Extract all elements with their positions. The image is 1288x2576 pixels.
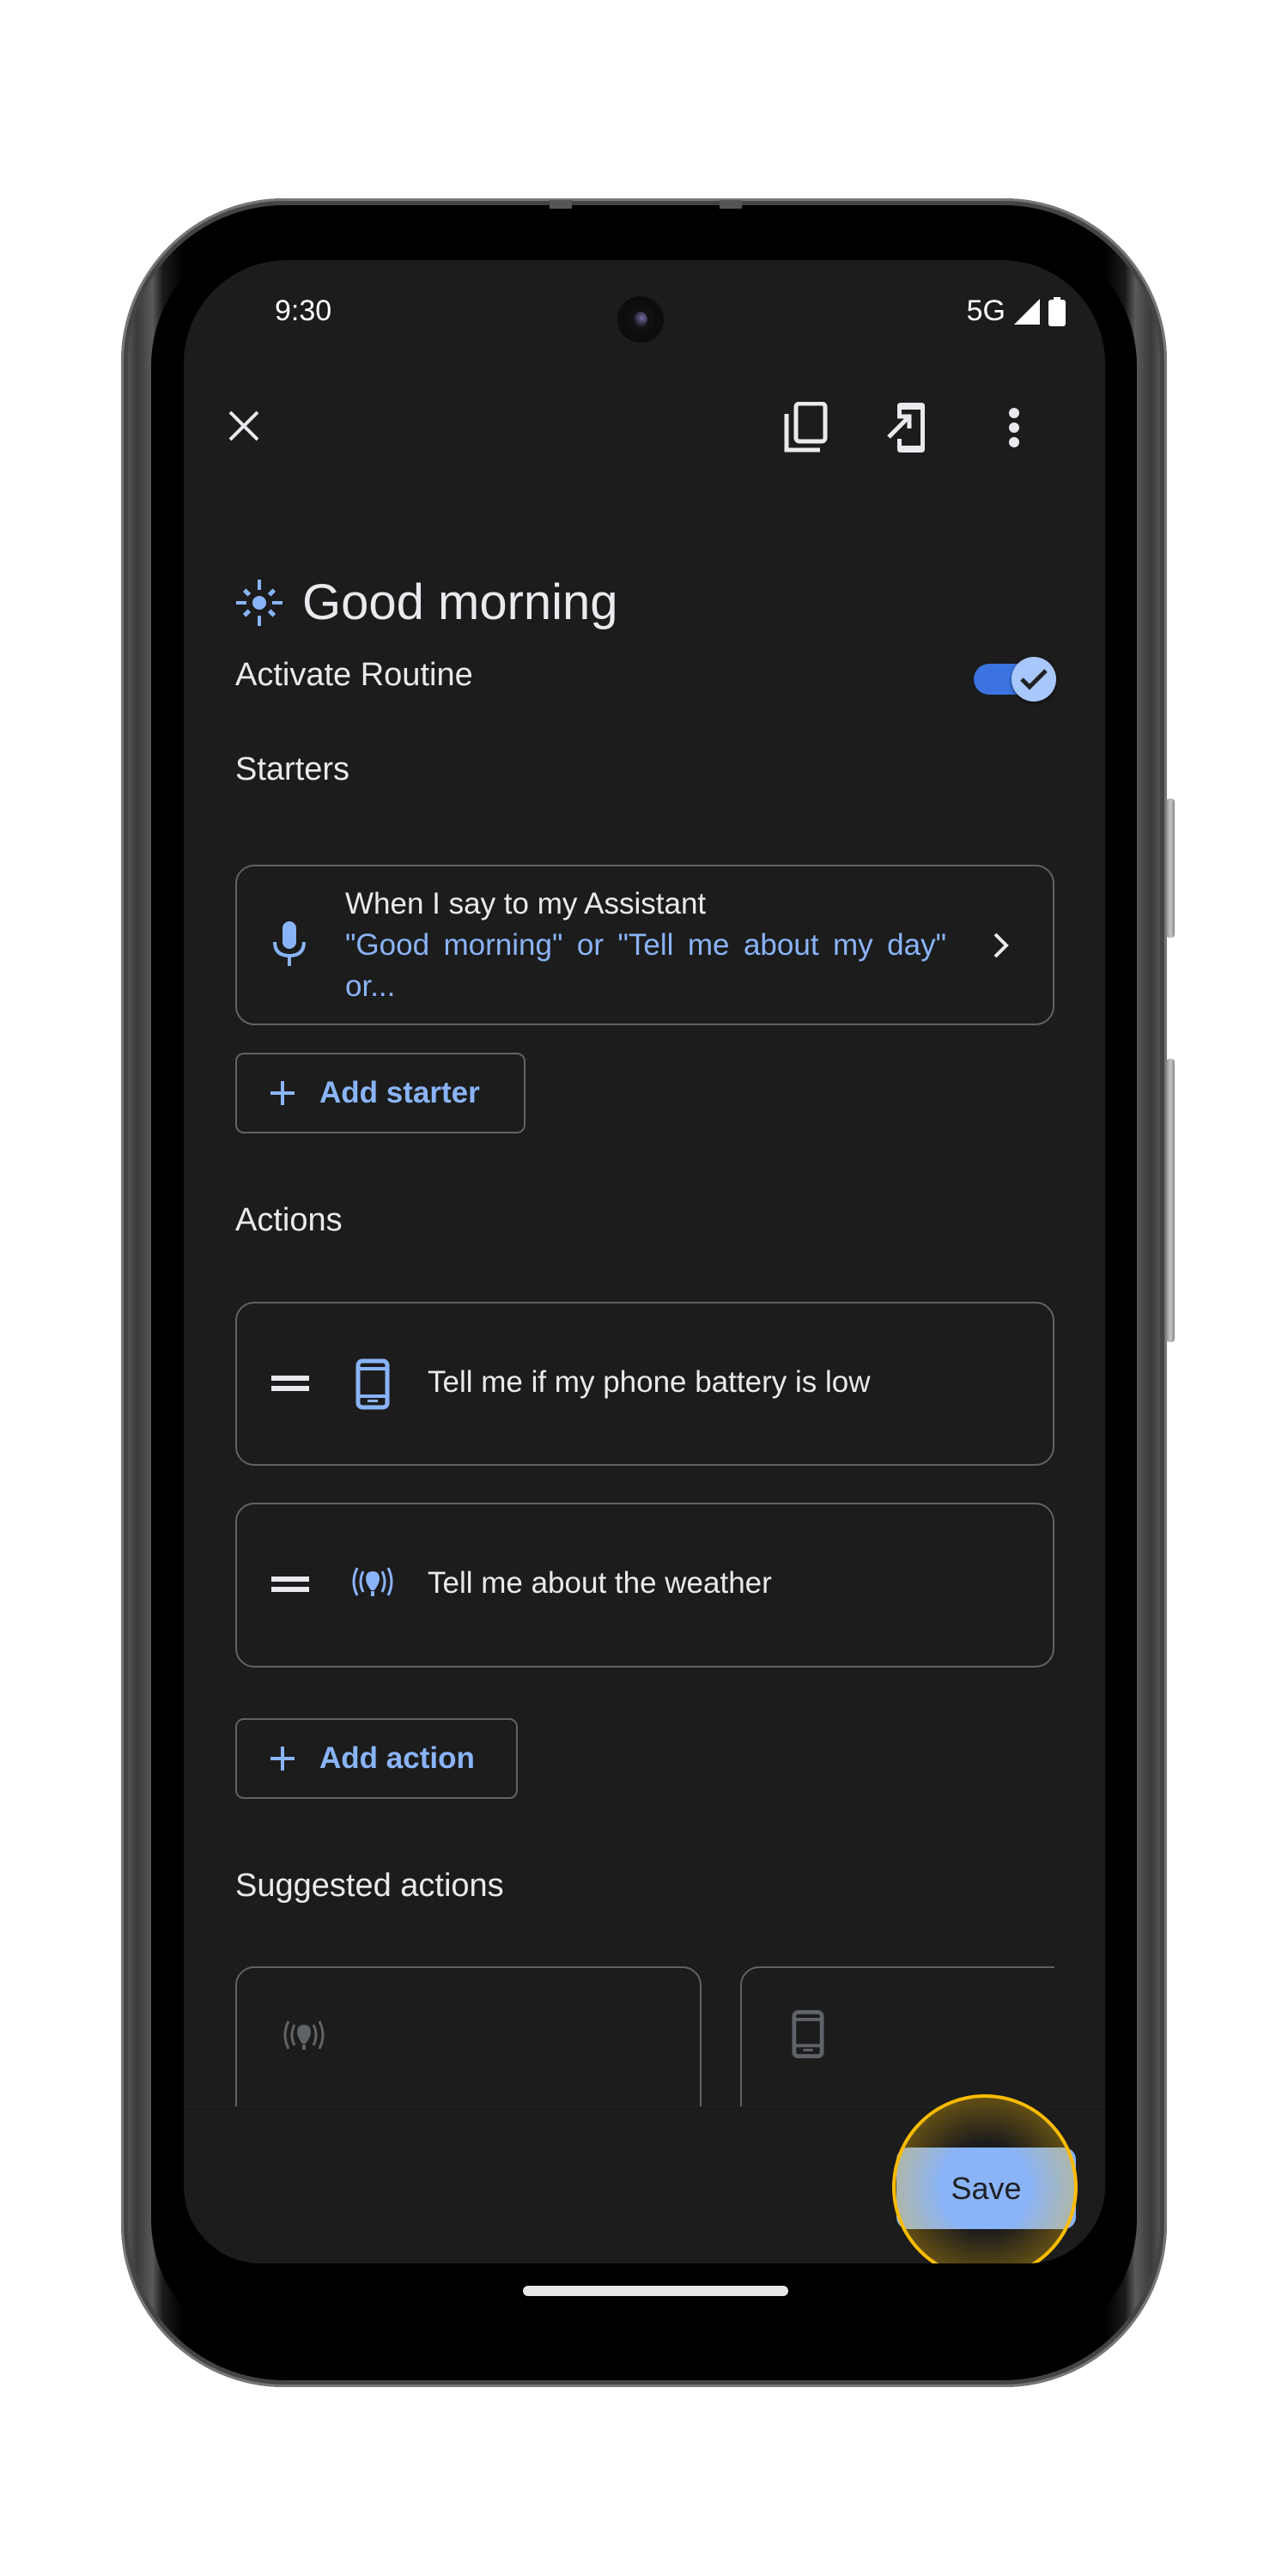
move-to-device-icon (887, 403, 925, 453)
home-indicator[interactable] (523, 2286, 788, 2296)
add-starter-label: Add starter (319, 1076, 480, 1109)
activate-routine-toggle[interactable] (974, 655, 1060, 703)
action-card[interactable]: Tell me if my phone battery is low (235, 1302, 1054, 1466)
close-button[interactable] (218, 400, 270, 452)
add-starter-button[interactable]: Add starter (235, 1053, 526, 1133)
phone-top-notch (550, 200, 572, 209)
suggested-action-card[interactable] (235, 1966, 702, 2106)
battery-icon (1048, 296, 1066, 326)
action-label: Tell me if my phone battery is low (428, 1365, 871, 1399)
drag-handle-icon[interactable] (271, 1376, 309, 1391)
action-label: Tell me about the weather (428, 1566, 772, 1600)
copy-icon (784, 402, 828, 453)
status-time: 9:30 (275, 295, 332, 327)
suggested-actions-carousel[interactable] (235, 1966, 1054, 2106)
suggested-actions-heading: Suggested actions (235, 1868, 504, 1904)
phone-icon (792, 2009, 824, 2059)
broadcast-icon (283, 2020, 325, 2050)
broadcast-icon (352, 1567, 393, 1596)
drag-handle-icon[interactable] (271, 1577, 309, 1592)
starters-heading: Starters (235, 751, 350, 787)
sun-icon (236, 579, 283, 626)
suggested-action-card[interactable] (740, 1966, 1054, 2106)
plus-icon (270, 1081, 295, 1105)
front-camera (617, 296, 664, 343)
more-vert-icon (1009, 408, 1019, 447)
power-button (1166, 799, 1175, 938)
activate-routine-label: Activate Routine (235, 657, 473, 693)
status-icons: 5G (967, 295, 1066, 328)
check-icon (1020, 669, 1048, 690)
mic-icon (273, 921, 306, 966)
toggle-thumb (1012, 657, 1056, 702)
duplicate-button[interactable] (779, 400, 834, 455)
routine-title: Good morning (302, 574, 618, 630)
add-action-button[interactable]: Add action (235, 1718, 518, 1799)
volume-button (1166, 1059, 1175, 1342)
close-icon (228, 410, 259, 441)
starter-title: When I say to my Assistant (345, 887, 707, 920)
signal-icon (1014, 298, 1040, 325)
network-type: 5G (966, 295, 1005, 327)
save-button[interactable]: Save (896, 2148, 1076, 2229)
phone-icon (355, 1358, 390, 1410)
routine-title-row: Good morning (235, 574, 618, 631)
more-options-button[interactable] (987, 400, 1042, 455)
move-to-device-button[interactable] (879, 400, 934, 455)
chevron-right-icon (993, 933, 1009, 958)
phone-top-notch (720, 200, 742, 209)
starter-subtitle: "Good morning" or "Tell me about my day"… (345, 928, 946, 1003)
screen: 9:30 5G Good morning Activate Routine St… (184, 260, 1105, 2263)
plus-icon (270, 1747, 295, 1771)
starter-card[interactable]: When I say to my Assistant "Good morning… (235, 865, 1054, 1025)
actions-heading: Actions (235, 1202, 343, 1238)
action-card[interactable]: Tell me about the weather (235, 1503, 1054, 1668)
add-action-label: Add action (319, 1741, 475, 1775)
